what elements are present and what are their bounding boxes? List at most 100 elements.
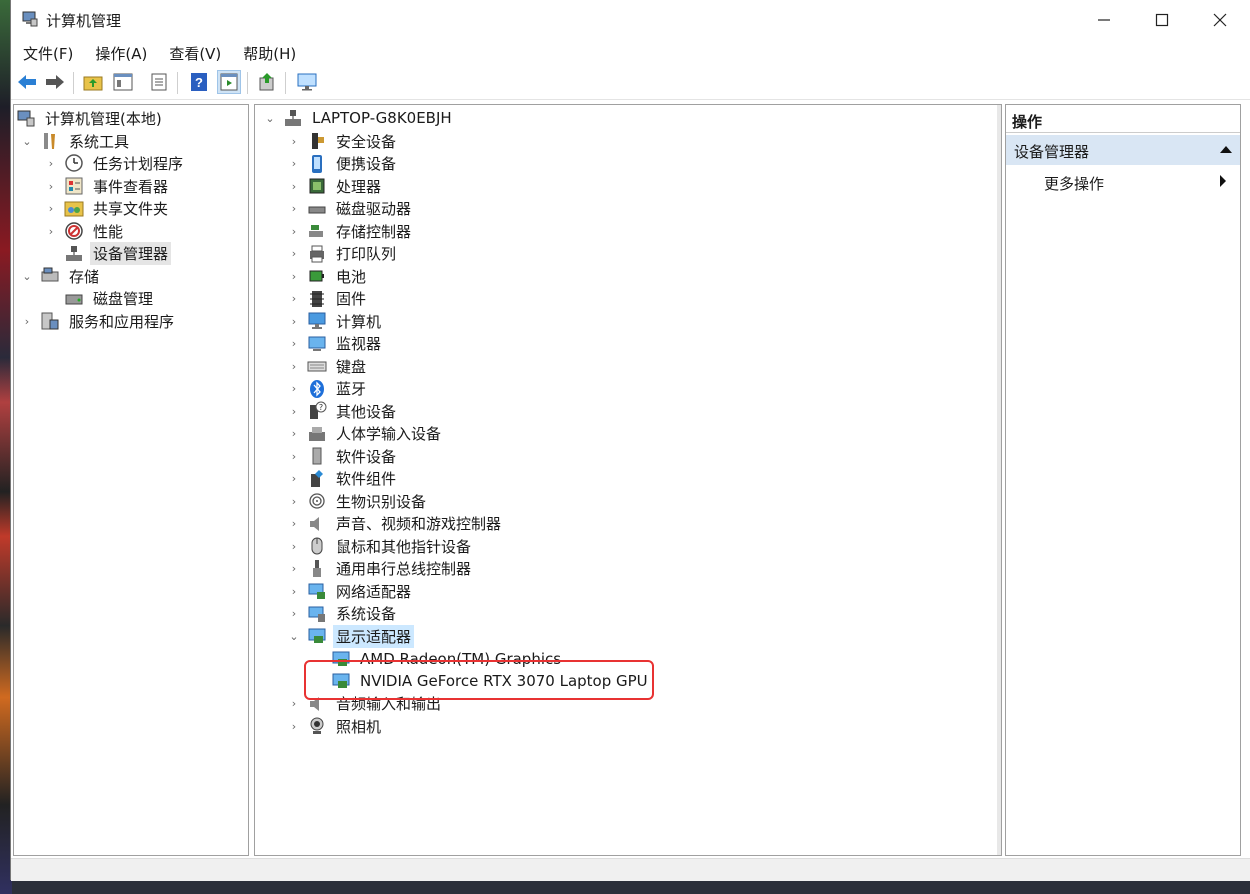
tree-system-tools[interactable]: ⌄ 系统工具 — [20, 130, 132, 152]
computer-icon — [307, 311, 327, 331]
device-category-item[interactable]: › 打印队列 — [287, 243, 399, 265]
scrollbar[interactable] — [997, 105, 1001, 855]
close-button[interactable] — [1191, 0, 1249, 40]
monitor-icon — [297, 73, 317, 91]
device-category-item[interactable]: › 便携设备 — [287, 153, 399, 175]
chevron-right-icon[interactable]: › — [287, 607, 301, 620]
actions-section-label: 设备管理器 — [1014, 143, 1090, 161]
chevron-right-icon[interactable]: › — [287, 382, 301, 395]
tree-storage[interactable]: ⌄ 存储 — [20, 265, 102, 287]
device-category-item[interactable]: › 固件 — [287, 288, 369, 310]
chevron-right-icon[interactable]: › — [287, 270, 301, 283]
export-button[interactable] — [255, 70, 279, 94]
scan-hardware-button[interactable] — [295, 70, 319, 94]
show-tree-button[interactable] — [111, 70, 135, 94]
device-category-item[interactable]: › 磁盘驱动器 — [287, 198, 414, 220]
device-category-item[interactable]: › 蓝牙 — [287, 378, 369, 400]
back-button[interactable] — [15, 70, 39, 94]
device-category-item[interactable]: › 照相机 — [287, 715, 384, 737]
chevron-right-icon[interactable]: › — [287, 157, 301, 170]
device-category-item[interactable]: › 计算机 — [287, 310, 384, 332]
computer-name: LAPTOP-G8K0EBJH — [312, 109, 452, 127]
chevron-right-icon[interactable]: › — [287, 225, 301, 238]
device-category-item[interactable]: ›? 其他设备 — [287, 400, 399, 422]
minimize-button[interactable] — [1075, 0, 1133, 40]
chevron-right-icon[interactable]: › — [20, 315, 34, 328]
device-category-item[interactable]: › 生物识别设备 — [287, 490, 429, 512]
device-category-item[interactable]: › 键盘 — [287, 355, 369, 377]
tree-performance[interactable]: › 性能 — [44, 220, 126, 242]
chevron-right-icon[interactable]: › — [287, 180, 301, 193]
menu-view[interactable]: 查看(V) — [157, 40, 231, 66]
actions-header: 操作 — [1006, 105, 1240, 133]
chevron-right-icon[interactable]: › — [287, 472, 301, 485]
tree-shared-folders[interactable]: › 共享文件夹 — [44, 197, 171, 219]
chevron-right-icon[interactable]: › — [44, 225, 58, 238]
device-category-item[interactable]: › 人体学输入设备 — [287, 423, 444, 445]
device-category-item-label: 人体学输入设备 — [336, 425, 442, 443]
chevron-right-icon[interactable]: › — [44, 180, 58, 193]
chevron-down-icon[interactable]: ⌄ — [20, 270, 34, 283]
help-button[interactable]: ? — [187, 70, 211, 94]
chevron-right-icon[interactable]: › — [44, 202, 58, 215]
forward-button[interactable] — [43, 70, 67, 94]
menu-action[interactable]: 操作(A) — [83, 40, 157, 66]
device-category-item-label: 照相机 — [336, 717, 382, 736]
tree-services[interactable]: › 服务和应用程序 — [20, 310, 177, 332]
up-folder-button[interactable] — [81, 70, 105, 94]
device-category-item[interactable]: › 通用串行总线控制器 — [287, 558, 474, 580]
chevron-right-icon[interactable]: › — [287, 405, 301, 418]
chevron-right-icon[interactable]: › — [287, 247, 301, 260]
chevron-right-icon[interactable]: › — [287, 720, 301, 733]
device-category-item[interactable]: › 处理器 — [287, 175, 384, 197]
properties-button[interactable] — [147, 70, 171, 94]
more-actions[interactable]: 更多操作 — [1044, 173, 1104, 194]
device-category-item[interactable]: › 系统设备 — [287, 603, 399, 625]
chevron-right-icon[interactable]: › — [44, 157, 58, 170]
device-root[interactable]: ⌄ LAPTOP-G8K0EBJH — [263, 107, 455, 129]
menu-help[interactable]: 帮助(H) — [231, 40, 306, 66]
chevron-right-icon[interactable]: › — [287, 540, 301, 553]
device-category-item[interactable]: › 存储控制器 — [287, 220, 414, 242]
device-category-item-label: 处理器 — [336, 177, 382, 196]
chevron-right-icon[interactable]: › — [287, 495, 301, 508]
submenu-arrow-icon[interactable] — [1220, 175, 1226, 187]
shared-folder-icon — [64, 198, 84, 218]
chevron-right-icon[interactable]: › — [287, 697, 301, 710]
tree-root[interactable]: 计算机管理(本地) — [16, 107, 165, 129]
device-category-item[interactable]: › 软件设备 — [287, 445, 399, 467]
maximize-button[interactable] — [1133, 0, 1191, 40]
tree-disk-management[interactable]: 磁盘管理 — [44, 287, 156, 309]
device-category-item[interactable]: › 电池 — [287, 265, 369, 287]
chevron-right-icon[interactable]: › — [287, 585, 301, 598]
device-category-item-label: 鼠标和其他指针设备 — [336, 537, 472, 556]
device-category-item[interactable]: ⌄ 显示适配器 — [287, 624, 415, 648]
device-category-item[interactable]: › 软件组件 — [287, 468, 399, 490]
chevron-down-icon[interactable]: ⌄ — [287, 630, 301, 643]
device-category-item[interactable]: › 鼠标和其他指针设备 — [287, 535, 474, 557]
chevron-right-icon[interactable]: › — [287, 135, 301, 148]
device-category-item[interactable]: › 监视器 — [287, 333, 384, 355]
chevron-down-icon[interactable]: ⌄ — [20, 135, 34, 148]
chevron-right-icon[interactable]: › — [287, 427, 301, 440]
tree-device-manager[interactable]: 设备管理器 — [44, 241, 172, 265]
chevron-right-icon[interactable]: › — [287, 562, 301, 575]
device-category-item[interactable]: › 网络适配器 — [287, 580, 414, 602]
chevron-right-icon[interactable]: › — [287, 315, 301, 328]
device-category-item[interactable]: › 声音、视频和游戏控制器 — [287, 513, 504, 535]
chevron-right-icon[interactable]: › — [287, 517, 301, 530]
chevron-right-icon[interactable]: › — [287, 202, 301, 215]
tree-event-viewer[interactable]: › 事件查看器 — [44, 175, 171, 197]
menu-file[interactable]: 文件(F) — [11, 40, 83, 66]
actions-section-device-manager[interactable]: 设备管理器 — [1006, 135, 1240, 165]
disk-management-icon — [64, 288, 84, 308]
chevron-right-icon[interactable]: › — [287, 292, 301, 305]
chevron-right-icon[interactable]: › — [287, 360, 301, 373]
device-category-item[interactable]: › 安全设备 — [287, 130, 399, 152]
chevron-down-icon[interactable]: ⌄ — [263, 112, 277, 125]
collapse-icon[interactable] — [1220, 146, 1232, 153]
tree-task-scheduler[interactable]: › 任务计划程序 — [44, 152, 186, 174]
chevron-right-icon[interactable]: › — [287, 337, 301, 350]
chevron-right-icon[interactable]: › — [287, 450, 301, 463]
console-tree-button[interactable] — [217, 70, 241, 94]
